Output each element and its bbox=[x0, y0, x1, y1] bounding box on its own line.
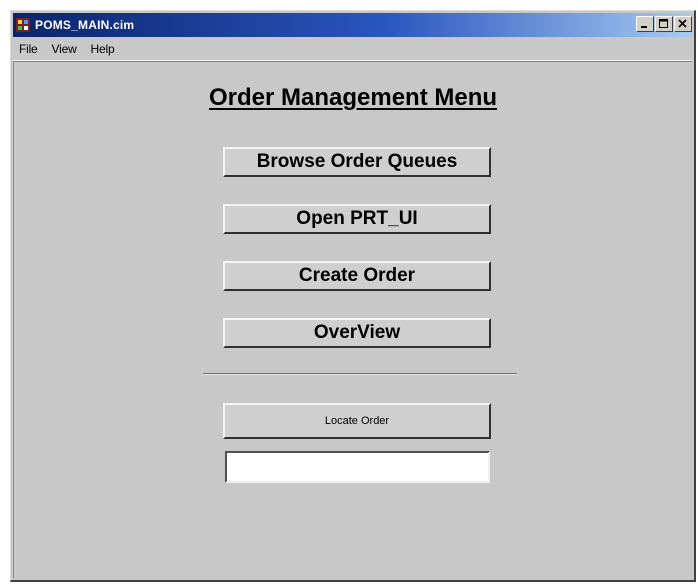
poms-app-icon[interactable] bbox=[15, 17, 31, 33]
title-bar[interactable]: POMS_MAIN.cim bbox=[13, 13, 692, 37]
close-icon bbox=[678, 19, 687, 28]
minimize-button[interactable] bbox=[636, 16, 654, 32]
app-window: POMS_MAIN.cim File View Help Order Manag… bbox=[10, 10, 696, 582]
locate-order-button[interactable]: Locate Order bbox=[223, 403, 491, 439]
menu-file[interactable]: File bbox=[13, 42, 46, 56]
menu-help[interactable]: Help bbox=[85, 42, 123, 56]
create-order-button[interactable]: Create Order bbox=[223, 261, 491, 291]
main-panel: Order Management Menu Browse Order Queue… bbox=[13, 62, 692, 578]
window-controls bbox=[635, 16, 692, 32]
close-button[interactable] bbox=[674, 16, 692, 32]
maximize-button[interactable] bbox=[655, 16, 673, 32]
separator-line bbox=[203, 373, 517, 375]
maximize-icon bbox=[659, 19, 668, 28]
page-title: Order Management Menu bbox=[208, 84, 498, 111]
open-prt-ui-button[interactable]: Open PRT_UI bbox=[223, 204, 491, 234]
menu-bar: File View Help bbox=[13, 38, 692, 61]
browse-order-queues-button[interactable]: Browse Order Queues bbox=[223, 147, 491, 177]
window-title: POMS_MAIN.cim bbox=[35, 18, 135, 32]
menu-view[interactable]: View bbox=[46, 42, 85, 56]
minimize-icon bbox=[641, 26, 647, 28]
locate-order-input[interactable] bbox=[225, 451, 490, 483]
overview-button[interactable]: OverView bbox=[223, 318, 491, 348]
